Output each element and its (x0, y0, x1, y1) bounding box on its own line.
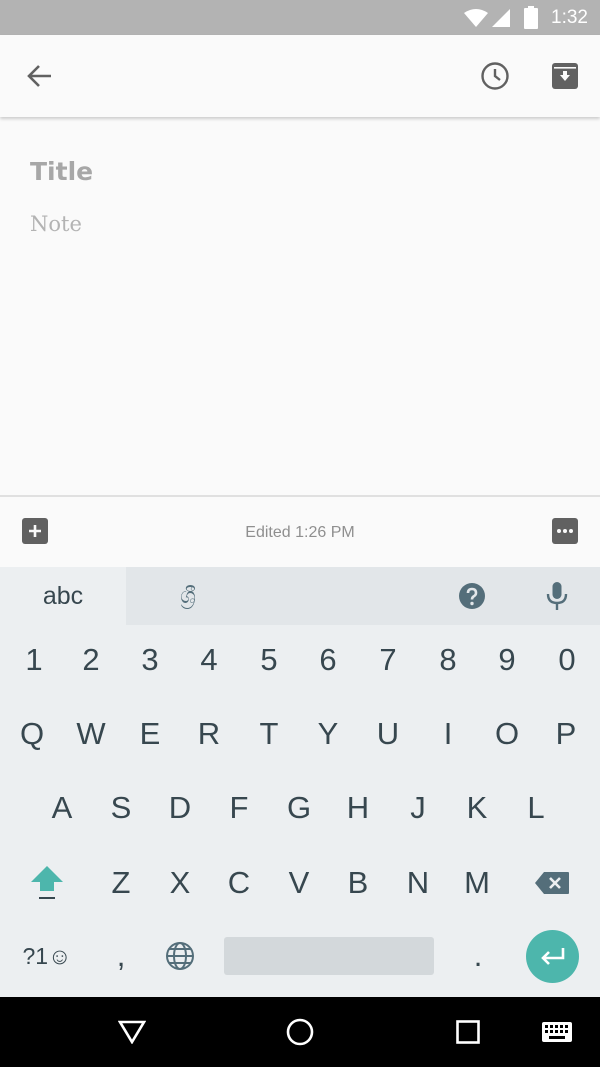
key-w[interactable]: W (66, 704, 116, 764)
key-f[interactable]: F (214, 778, 264, 838)
microphone-icon (546, 582, 568, 610)
key-a[interactable]: A (37, 778, 87, 838)
key-n[interactable]: N (393, 853, 443, 913)
battery-icon (524, 6, 538, 29)
symbols-key[interactable]: ?1☺ (18, 926, 76, 986)
key-e[interactable]: E (125, 704, 175, 764)
key-k[interactable]: K (452, 778, 502, 838)
nav-recents-button[interactable] (444, 1008, 492, 1056)
key-m[interactable]: M (452, 853, 502, 913)
archive-icon (552, 63, 578, 89)
back-triangle-icon (118, 1020, 146, 1044)
keyboard-suggestion-bar: abc ශ්‍රී (0, 567, 600, 625)
backspace-key[interactable] (527, 853, 577, 913)
toolbar (0, 35, 600, 117)
key-2[interactable]: 2 (66, 630, 116, 690)
voice-input-button[interactable] (538, 577, 576, 615)
key-t[interactable]: T (244, 704, 294, 764)
key-g[interactable]: G (274, 778, 324, 838)
note-editor: Title Note (0, 117, 600, 495)
edited-timestamp: Edited 1:26 PM (245, 524, 355, 541)
wifi-icon (464, 9, 488, 27)
key-i[interactable]: I (423, 704, 473, 764)
key-4[interactable]: 4 (184, 630, 234, 690)
key-1[interactable]: 1 (9, 630, 59, 690)
nav-keyboard-switch-button[interactable] (533, 1008, 581, 1056)
key-s[interactable]: S (96, 778, 146, 838)
key-l[interactable]: L (511, 778, 561, 838)
shift-key[interactable] (22, 853, 72, 913)
key-7[interactable]: 7 (363, 630, 413, 690)
space-bar[interactable] (224, 937, 434, 975)
more-button[interactable] (552, 518, 578, 544)
key-z[interactable]: Z (96, 853, 146, 913)
system-navigation-bar (0, 997, 600, 1067)
enter-arrow-icon (540, 947, 564, 965)
note-title-field[interactable]: Title (30, 157, 93, 186)
key-6[interactable]: 6 (303, 630, 353, 690)
key-3[interactable]: 3 (125, 630, 175, 690)
key-c[interactable]: C (214, 853, 264, 913)
backspace-icon (535, 872, 569, 894)
period-key[interactable]: . (453, 926, 503, 986)
soft-keyboard: abc ශ්‍රී 1 2 3 4 5 6 7 (0, 567, 600, 997)
archive-button[interactable] (541, 52, 589, 100)
nav-back-button[interactable] (108, 1008, 156, 1056)
key-9[interactable]: 9 (482, 630, 532, 690)
help-icon (459, 583, 485, 609)
signal-icon (492, 9, 510, 27)
enter-key[interactable] (526, 930, 579, 983)
key-y[interactable]: Y (303, 704, 353, 764)
comma-key[interactable]: , (96, 926, 146, 986)
key-q[interactable]: Q (7, 704, 57, 764)
screen: 1:32 Title Note (0, 0, 600, 1067)
status-clock: 1:32 (551, 7, 588, 28)
home-circle-icon (286, 1018, 314, 1046)
shift-arrow-icon (31, 866, 63, 899)
key-d[interactable]: D (155, 778, 205, 838)
note-body-field[interactable]: Note (30, 212, 82, 236)
key-u[interactable]: U (363, 704, 413, 764)
key-p[interactable]: P (541, 704, 591, 764)
status-bar: 1:32 (0, 0, 600, 35)
keyboard-mode-abc[interactable]: abc (0, 567, 126, 625)
back-button[interactable] (16, 52, 64, 100)
key-r[interactable]: R (184, 704, 234, 764)
language-globe-key[interactable] (155, 926, 205, 986)
note-bottom-bar: Edited 1:26 PM (0, 495, 600, 567)
key-h[interactable]: H (333, 778, 383, 838)
key-5[interactable]: 5 (244, 630, 294, 690)
keyboard-language-switch[interactable]: ශ්‍රී (160, 580, 216, 612)
back-arrow-icon (27, 65, 51, 87)
more-icon (557, 529, 573, 533)
recents-square-icon (456, 1020, 480, 1044)
globe-icon (166, 942, 194, 970)
key-x[interactable]: X (155, 853, 205, 913)
key-8[interactable]: 8 (423, 630, 473, 690)
keyboard-switch-icon (542, 1022, 572, 1042)
key-j[interactable]: J (393, 778, 443, 838)
reminder-clock-icon (481, 62, 509, 90)
key-b[interactable]: B (333, 853, 383, 913)
nav-home-button[interactable] (276, 1008, 324, 1056)
key-v[interactable]: V (274, 853, 324, 913)
reminder-button[interactable] (471, 52, 519, 100)
help-button[interactable] (453, 577, 491, 615)
key-0[interactable]: 0 (542, 630, 592, 690)
key-o[interactable]: O (482, 704, 532, 764)
